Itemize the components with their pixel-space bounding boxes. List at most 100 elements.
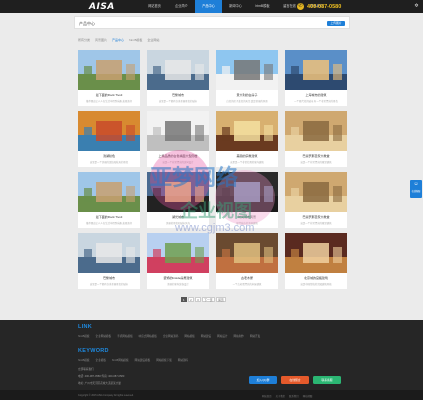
footer-link[interactable]: 网站开发 (250, 334, 260, 338)
product-title[interactable]: 上乘品质的白色墙面大型阁楼 (147, 154, 209, 158)
links-heading: LINK (78, 324, 93, 330)
product-card[interactable]: 巴黎城市 这里是一个拥有许多美丽景色的城市 (147, 50, 209, 106)
product-card[interactable]: 湖光城市 美丽的景色和城市风光 (147, 172, 209, 228)
product-image[interactable] (78, 50, 140, 90)
product-card[interactable]: 最下面的Rock Tivoli 推荐理由让人人在生活中得到乐趣,发现美好 (78, 172, 140, 228)
product-title[interactable]: 巴塞罗那圣家大教堂 (285, 154, 347, 158)
page-number[interactable]: 1 (181, 297, 187, 302)
footer-link[interactable]: 网站制作 (234, 334, 244, 338)
product-title[interactable]: 巴黎城市 (78, 276, 140, 280)
upload-button[interactable]: 上传图片 (327, 20, 345, 26)
product-image[interactable] (285, 50, 347, 90)
product-title[interactable]: 北京城的宫殿建筑 (285, 276, 347, 280)
product-card[interactable]: 巴黎城市这里是一个拥有许多美丽景色的城市 (78, 233, 140, 289)
footer-link[interactable]: 企业网站模板 (96, 334, 112, 338)
product-card[interactable]: 装饰的Inside房屋建筑 美丽的室内装饰设计 (147, 233, 209, 289)
bottom-link[interactable]: 网站地图 (303, 394, 313, 398)
product-title[interactable]: 装饰的Inside房屋建筑 (147, 276, 209, 280)
product-card[interactable]: 上乘品质的白色墙面大型阁楼 这是一个非常漂亮的房间设计 (147, 111, 209, 167)
product-image[interactable] (147, 50, 209, 90)
page-number[interactable]: 2 (188, 297, 194, 302)
product-description: 这里是一个拥有许多美丽景色的城市 (89, 282, 129, 286)
keyword-link[interactable]: html5网站模板 (112, 358, 129, 362)
product-description: 现代城市的美丽建筑 (236, 221, 258, 225)
product-card[interactable]: 北京城的宫殿建筑 这是中国传统的宫殿建筑风格 (285, 233, 347, 289)
product-image[interactable] (285, 172, 347, 212)
product-image[interactable] (216, 111, 278, 151)
product-image[interactable] (147, 111, 209, 151)
category-filters: 所有分类 风景图片 产品中心 html5模板 企业网站 (78, 38, 159, 42)
product-image[interactable] (147, 172, 209, 212)
footer-link[interactable]: html5模板 (78, 334, 90, 338)
product-description: 这是一个非常漂亮的房间设计 (162, 160, 194, 164)
filter-tab[interactable]: html5模板 (129, 38, 142, 42)
nav-item[interactable]: 新闻中心 (222, 0, 249, 13)
filter-tab[interactable]: 产品中心 (112, 38, 124, 42)
product-title[interactable]: 湖光城市 (147, 215, 209, 219)
product-title[interactable]: 美丽的宗教建筑 (216, 154, 278, 158)
nav-item[interactable]: 产品中心 (195, 0, 222, 13)
product-card[interactable]: 古老木屋一个古老而漂亮的木屋建筑 (216, 233, 278, 289)
product-image[interactable] (285, 111, 347, 151)
product-title[interactable]: 意大利的白房子 (216, 93, 278, 97)
menu-toggle-icon[interactable]: ✲ (414, 4, 419, 9)
keyword-link[interactable]: html5模板 (78, 358, 90, 362)
product-title[interactable]: 古老木屋 (216, 276, 278, 280)
product-image[interactable] (78, 172, 140, 212)
product-card[interactable]: 最下面的Rock Tivoli 推荐理由让人人在生活中得到乐趣,发现美好 (78, 50, 140, 106)
product-title[interactable]: 巴塞罗那圣家大教堂 (285, 215, 347, 219)
product-description: 一个古老而漂亮的木屋建筑 (232, 282, 262, 286)
nav-item[interactable]: 企业简介 (168, 0, 195, 13)
keyword-link[interactable]: 网站源码 (178, 358, 188, 362)
nav-item[interactable]: 网站首页 (141, 0, 168, 13)
site-logo[interactable]: AISA (89, 2, 115, 12)
phone-block: ✆ 400-087-0580 (297, 3, 341, 10)
next-page-button[interactable]: 下一页 (202, 297, 215, 302)
footer-link[interactable]: 网站模板 (184, 334, 194, 338)
product-card[interactable]: 美丽的宗教建筑 这里是一个非常壮观的室内建筑 (216, 111, 278, 167)
product-card[interactable]: 意大利的白房子 白色的房子蓝色的天空,真是美丽的风景 (216, 50, 278, 106)
footer-link[interactable]: 网站设计 (217, 334, 227, 338)
last-page-button[interactable]: 尾页 (216, 297, 226, 302)
product-card[interactable]: 巴塞罗那圣家大教堂 这是一个非常漂亮的教堂建筑 (285, 111, 347, 167)
product-image[interactable] (78, 233, 140, 273)
product-image[interactable] (216, 172, 278, 212)
product-card[interactable]: 时尚城市风景 现代城市的美丽建筑 (216, 172, 278, 228)
online-service-float[interactable]: ☺ 在线客服 (410, 180, 422, 198)
product-card[interactable]: 巴塞罗那圣家大教堂 这是一个非常漂亮的教堂建筑 (285, 172, 347, 228)
product-title[interactable]: 最下面的Rock Tivoli (78, 215, 140, 219)
contact-line: 地址: 广州市天河区花城大道某某大厦 (78, 382, 121, 385)
footer-link[interactable]: 手机网站模板 (117, 334, 133, 338)
filter-tab[interactable]: 企业网站 (147, 38, 159, 42)
page-number[interactable]: 3 (195, 297, 201, 302)
keyword-link[interactable]: 网站建设模板 (135, 358, 151, 362)
product-card[interactable]: 滨湖秋色 这里是一个美丽的湖泊和秋天的景色 (78, 111, 140, 167)
product-image[interactable] (147, 233, 209, 273)
product-image[interactable] (216, 50, 278, 90)
keyword-link[interactable]: 网站模板下载 (156, 358, 172, 362)
product-card[interactable]: 上海城市的建筑 一个现代化的城市,有一个非常漂亮的景色 (285, 50, 347, 106)
bottom-link[interactable]: 关于我们 (276, 394, 286, 398)
product-title[interactable]: 上海城市的建筑 (285, 93, 347, 97)
product-image[interactable] (78, 111, 140, 151)
footer-link[interactable]: 响应式网站模板 (139, 334, 157, 338)
share-button[interactable]: 在线留言 (281, 376, 309, 384)
product-image[interactable] (216, 233, 278, 273)
filter-tab[interactable]: 所有分类 (78, 38, 90, 42)
product-title[interactable]: 巴黎城市 (147, 93, 209, 97)
phone-number: 400-087-0580 (307, 3, 342, 10)
filter-tab[interactable]: 风景图片 (95, 38, 107, 42)
product-title[interactable]: 滨湖秋色 (78, 154, 140, 158)
share-button[interactable]: 联系客服 (313, 376, 341, 384)
product-title[interactable]: 最下面的Rock Tivoli (78, 93, 140, 97)
nav-item[interactable]: html5模板 (249, 0, 276, 13)
share-button[interactable]: 加入QQ群 (249, 376, 277, 384)
footer: LINK html5模板 企业网站模板 手机网站模板 响应式网站模板 企业网站源码 网站模… (0, 320, 423, 400)
bottom-link[interactable]: 联系我们 (289, 394, 299, 398)
product-title[interactable]: 时尚城市风景 (216, 215, 278, 219)
footer-link[interactable]: 企业网站源码 (163, 334, 179, 338)
product-image[interactable] (285, 233, 347, 273)
footer-link[interactable]: 网站建设 (201, 334, 211, 338)
keyword-link[interactable]: 企业模板 (96, 358, 106, 362)
bottom-link[interactable]: 网站首页 (262, 394, 272, 398)
